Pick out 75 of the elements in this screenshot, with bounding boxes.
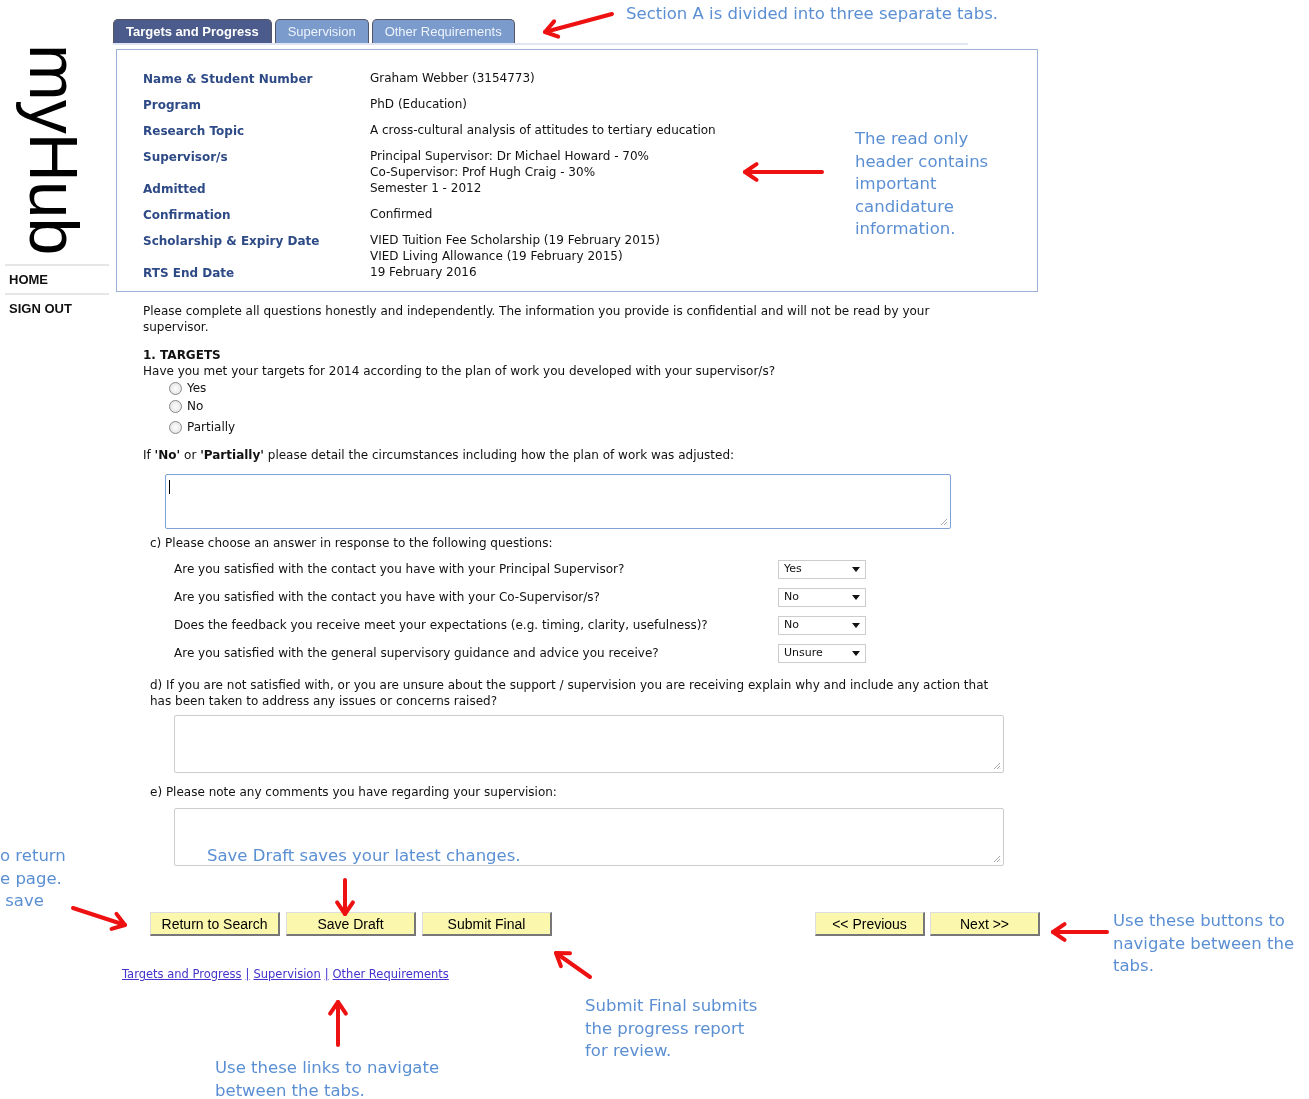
annotation-text: Save Draft saves your latest changes. [207,845,521,867]
link-separator: | [245,966,250,982]
question-text: c) Please choose an answer in response to the following questions: [150,535,554,551]
field-label: Scholarship & Expiry Date [143,233,321,250]
field-value: Co-Supervisor: Prof Hugh Craig - 30% [370,164,596,180]
field-label: Confirmation [143,207,232,223]
action-button[interactable]: Save Draft [286,912,416,936]
radio-label: Yes [187,380,207,396]
callout-arrow [543,12,614,39]
annotation-text: Section A is divided into three separate tabs. [626,3,998,25]
text-area[interactable] [174,715,1004,773]
field-value: A cross-cultural analysis of attitudes to tertiary education [370,123,716,139]
question-text: Are you satisfied with the general supervisory guidance and advice you receive? [174,645,659,661]
field-label: Supervisor/s [143,149,229,166]
caret-icon [852,566,860,572]
annotation-text: Use these links to navigate between the tabs. [215,1057,440,1099]
resize-grip-icon[interactable] [993,855,1001,863]
callout-arrow [554,951,592,979]
text-area[interactable] [174,808,1004,866]
field-value: PhD (Education) [370,97,467,113]
question-text: Are you satisfied with the contact you have with your Co-Supervisor/s? [174,589,600,605]
radio-label: Partially [187,419,236,435]
annotation-text: o return e page. save [0,845,66,912]
text-area[interactable] [165,474,951,529]
caret-icon [852,650,860,656]
field-value: Confirmed [370,207,433,223]
radio-button[interactable] [169,420,182,434]
caret-icon [852,594,860,600]
question-text: d) If you are not satisfied with, or you are unsure about the support / supervision you are receiving explain why and include any action that has been taken to address any issues or concerns raised? [150,677,990,709]
tab-link[interactable]: Other Requirements [332,966,449,982]
nav-link[interactable]: SIGN OUT [5,293,109,322]
field-label: Research Topic [143,123,246,139]
action-button[interactable]: Return to Search [150,912,280,936]
tab-link[interactable]: Targets and Progress [122,966,242,982]
callout-arrow [1051,922,1109,942]
field-label: Admitted [143,181,207,197]
annotation-text: The read only header contains important candidature information. [855,128,989,240]
intro-text: Please complete all questions honestly and independently. The information you provide is confidential and will not be read by your supervisor. [143,303,931,335]
question-text: Does the feedback you receive meet your expectations (e.g. timing, clarity, usefulness)? [174,617,708,633]
field-value: Principal Supervisor: Dr Michael Howard - 70% [370,149,649,165]
action-button[interactable]: Submit Final [422,912,552,936]
answer-dropdown[interactable]: Yes [778,559,866,579]
answer-dropdown[interactable]: Unsure [778,643,866,663]
tab-link[interactable]: Supervision [253,966,321,982]
field-label: Name & Student Number [143,71,314,87]
answer-dropdown[interactable]: No [778,615,866,635]
radio-button[interactable] [169,381,182,395]
question-text: e) Please note any comments you have regarding your supervision: [150,784,558,800]
field-value: Semester 1 - 2012 [370,181,482,197]
field-value: 19 February 2016 [370,265,477,281]
field-label: RTS End Date [143,265,236,281]
link-separator: | [324,966,329,982]
nav-button[interactable]: Next >> [930,912,1040,936]
question-text: If 'No' or 'Partially' please detail the circumstances including how the plan of work was adjusted: [143,447,736,463]
callout-arrow [335,878,355,916]
nav-button[interactable]: << Previous [815,912,925,936]
callout-arrow [328,1000,348,1047]
radio-button[interactable] [169,399,182,413]
field-value: VIED Tuition Fee Scholarship (19 February 2015) [370,233,660,249]
tab[interactable]: Targets and Progress [113,19,272,43]
caret-icon [852,622,860,628]
field-value: VIED Living Allowance (19 February 2015) [370,248,623,264]
annotation-text: Submit Final submits the progress report for review. [585,995,758,1062]
section-title: 1. TARGETS [143,347,222,363]
resize-grip-icon[interactable] [940,518,948,526]
question-text: Have you met your targets for 2014 according to the plan of work you developed with your supervisor/s? [143,363,777,379]
field-value: Graham Webber (3154773) [370,71,535,87]
resize-grip-icon[interactable] [993,762,1001,770]
radio-label: No [187,398,204,414]
question-text: Are you satisfied with the contact you have with your Principal Supervisor? [174,561,625,577]
answer-dropdown[interactable]: No [778,587,866,607]
callout-arrow [71,906,127,931]
annotation-text: Use these buttons to navigate between the tabs. [1113,910,1295,977]
nav-link[interactable]: HOME [5,264,109,293]
field-label: Program [143,97,203,113]
